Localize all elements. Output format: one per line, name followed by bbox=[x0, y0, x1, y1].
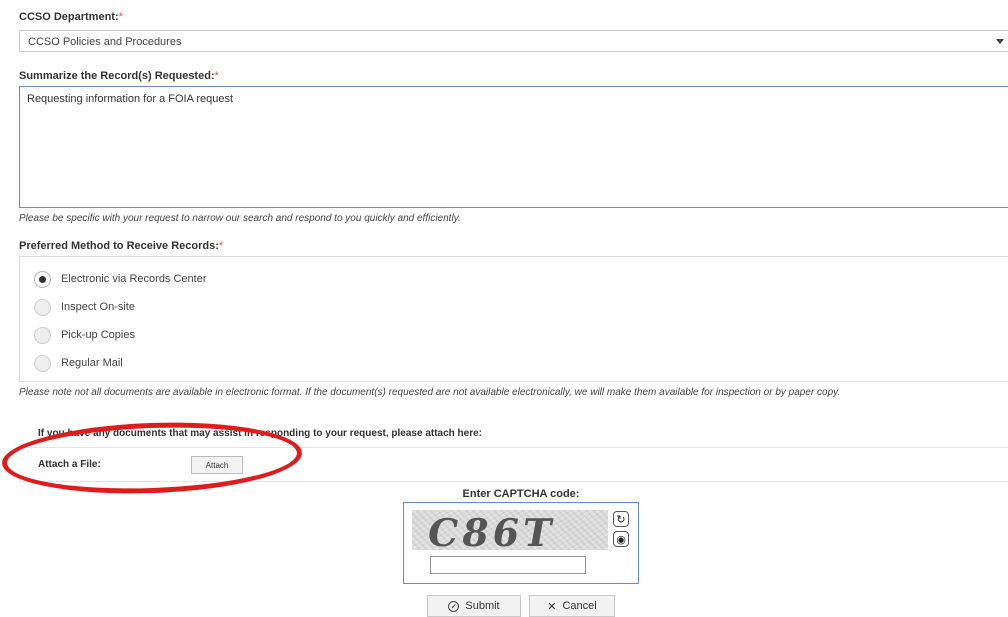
radio-option-pickup[interactable]: Pick-up Copies bbox=[34, 324, 135, 346]
radio-label: Regular Mail bbox=[61, 357, 123, 369]
cancel-button[interactable]: ✕ Cancel bbox=[529, 595, 615, 617]
radio-option-electronic[interactable]: Electronic via Records Center bbox=[34, 268, 207, 290]
check-circle-icon: ✓ bbox=[448, 600, 460, 612]
radio-unchecked-icon[interactable] bbox=[34, 326, 51, 344]
captcha-label: Enter CAPTCHA code: bbox=[462, 488, 580, 500]
captcha-panel: C86T ↻ ◉ bbox=[403, 502, 639, 584]
radio-unchecked-icon[interactable] bbox=[34, 354, 51, 372]
method-options: Electronic via Records Center Inspect On… bbox=[19, 256, 1008, 382]
department-selected-value: CCSO Policies and Procedures bbox=[28, 36, 182, 48]
department-label: CCSO Department:* bbox=[19, 11, 123, 23]
summary-value: Requesting information for a FOIA reques… bbox=[27, 93, 234, 105]
captcha-image-text: C86T bbox=[424, 510, 560, 550]
chevron-down-icon bbox=[996, 39, 1004, 44]
audio-icon[interactable]: ◉ bbox=[613, 531, 629, 547]
method-help-text: Please note not all documents are availa… bbox=[19, 387, 841, 398]
submit-button[interactable]: ✓ Submit bbox=[427, 595, 521, 617]
cancel-label: Cancel bbox=[562, 600, 597, 612]
radio-checked-icon[interactable] bbox=[34, 270, 51, 288]
captcha-image: C86T bbox=[412, 510, 608, 550]
radio-label: Electronic via Records Center bbox=[61, 273, 207, 285]
refresh-icon[interactable]: ↻ bbox=[613, 511, 629, 527]
summary-help-text: Please be specific with your request to … bbox=[19, 213, 461, 224]
radio-option-inspect[interactable]: Inspect On-site bbox=[34, 296, 135, 318]
department-select[interactable]: CCSO Policies and Procedures bbox=[19, 30, 1008, 52]
captcha-input[interactable] bbox=[430, 556, 586, 574]
submit-label: Submit bbox=[465, 600, 500, 612]
summary-textarea[interactable]: Requesting information for a FOIA reques… bbox=[19, 86, 1008, 208]
x-icon: ✕ bbox=[547, 600, 557, 613]
method-label: Preferred Method to Receive Records:* bbox=[19, 240, 224, 252]
summary-label: Summarize the Record(s) Requested:* bbox=[19, 70, 219, 82]
radio-option-mail[interactable]: Regular Mail bbox=[34, 352, 123, 374]
radio-unchecked-icon[interactable] bbox=[34, 298, 51, 316]
radio-label: Pick-up Copies bbox=[61, 329, 135, 341]
radio-label: Inspect On-site bbox=[61, 301, 135, 313]
